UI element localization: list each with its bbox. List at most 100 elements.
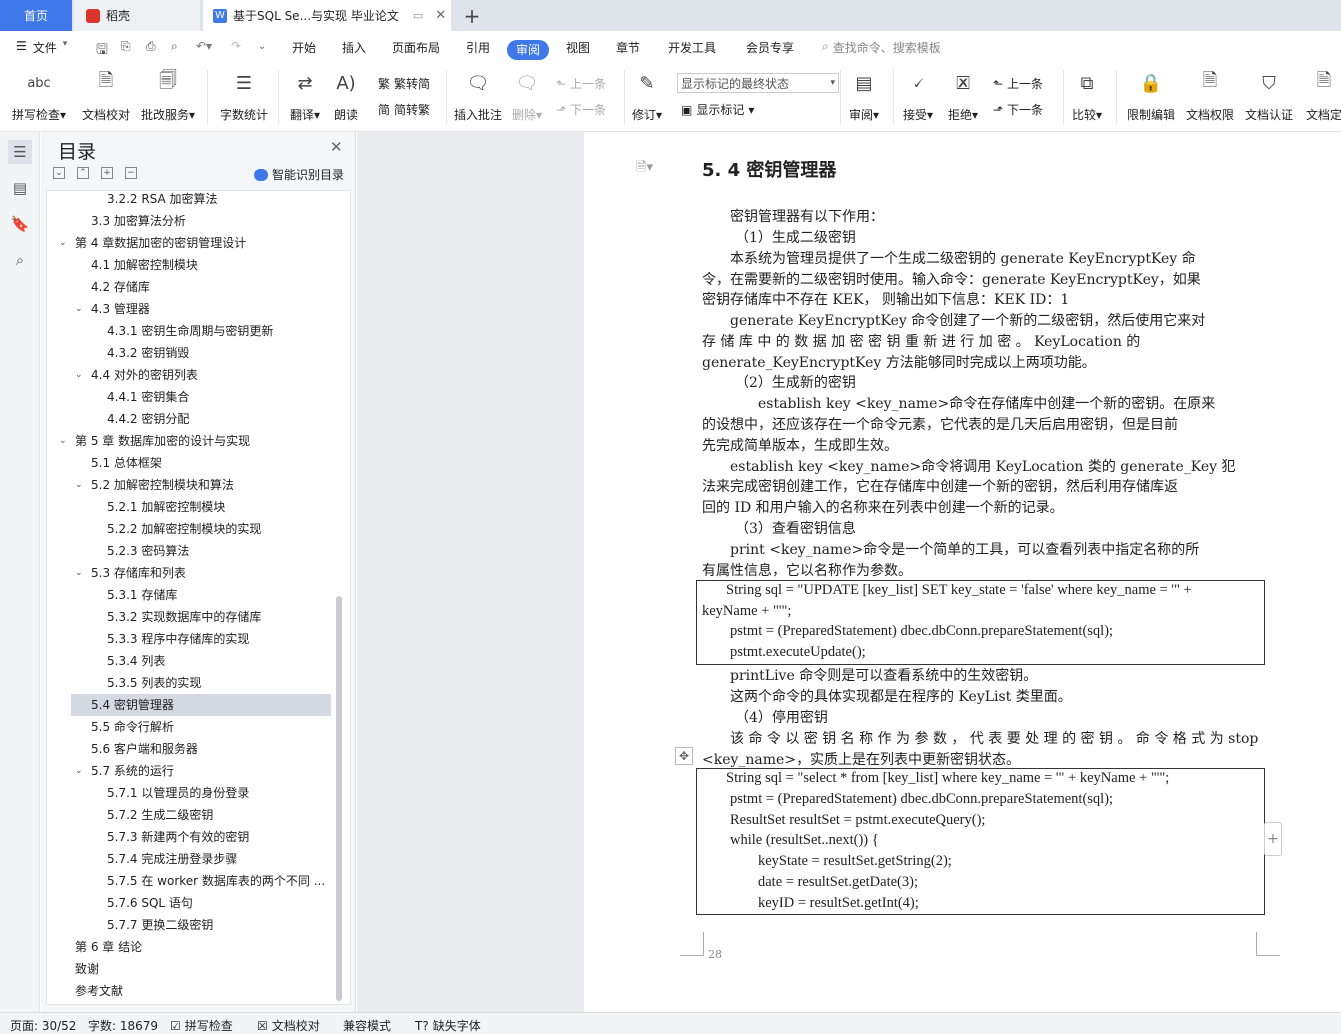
add-column-icon[interactable]: + [1264,822,1282,856]
compare-button[interactable]: ⧉比较▾ [1072,70,1102,123]
redo-icon[interactable]: ↷ [231,39,241,53]
trad-to-simp-button[interactable]: 繁繁转简 [378,75,430,92]
toc-item[interactable]: 5.3.3 程序中存储库的实现 [47,628,332,650]
close-icon[interactable]: ✕ [330,138,343,156]
compat-mode[interactable]: 兼容模式 [343,1017,391,1034]
missing-font-status[interactable]: T?缺失字体 [415,1017,481,1034]
toc-item[interactable]: 5.4 密钥管理器 [71,694,331,716]
document-page[interactable]: 🗎▾ 5. 4 密钥管理器 密钥管理器有以下作用：（1）生成二级密钥本系统为管理… [584,132,1341,1012]
toc-item[interactable]: 5.7.2 生成二级密钥 [47,804,332,826]
command-search[interactable]: ⌕ 查找命令、搜索模板 [822,39,941,56]
chevron-down-icon[interactable]: ⌄ [75,760,85,782]
chevron-down-icon[interactable]: ⌄ [59,430,69,452]
preview-icon[interactable]: ⌕ [171,39,178,54]
move-table-icon[interactable]: ✥ [675,747,693,765]
undo-icon[interactable]: ↶▾ [196,39,212,53]
export-icon[interactable]: ⎘ [121,39,131,54]
menu-member[interactable]: 会员专享 [746,39,794,56]
doc-verify-button[interactable]: 🗎文档定 [1306,70,1341,123]
toc-item[interactable]: 5.7.6 SQL 语句 [47,892,332,914]
prev-comment-button[interactable]: ⬑上一条 [556,75,606,92]
toc-item[interactable]: ⌄5.2 加解密控制模块和算法 [47,474,332,496]
toc-item[interactable]: 5.2.3 密码算法 [47,540,332,562]
toc-item[interactable]: ⌄第 5 章 数据库加密的设计与实现 [47,430,332,452]
tab-home[interactable]: 首页 [0,0,72,31]
reject-button[interactable]: 🗷拒绝▾ [948,70,978,123]
menu-insert[interactable]: 插入 [342,39,366,56]
tab-document[interactable]: W 基于SQL Se...与实现 毕业论文 ▭ ✕ [203,0,451,31]
toc-item[interactable]: 3.2.2 RSA 加密算法 [47,190,332,210]
toc-item[interactable]: 4.1 加解密控制模块 [47,254,332,276]
toc-item[interactable]: 4.3.2 密钥销毁 [47,342,332,364]
chevron-down-icon[interactable]: ⌄ [59,232,69,254]
toc-item[interactable]: 5.3.4 列表 [47,650,332,672]
chevron-down-icon[interactable]: ⌄ [75,562,85,584]
toc-scrollbar[interactable] [336,596,342,1001]
menu-chapter[interactable]: 章节 [616,39,640,56]
save-icon[interactable]: 🖫 [96,39,108,63]
remove-heading-icon[interactable]: − [125,167,137,179]
markup-mode-select[interactable]: 显示标记的最终状态▾ [677,73,839,93]
outline-icon[interactable]: ☰ [8,140,32,164]
show-markup-button[interactable]: ▣显示标记▾ [681,101,754,118]
toc-item[interactable]: 4.4.1 密钥集合 [47,386,332,408]
toc-item[interactable]: 5.6 客户端和服务器 [47,738,332,760]
toc-item[interactable]: ⌄5.7 系统的运行 [47,760,332,782]
chevron-down-icon[interactable]: ⌄ [75,364,85,386]
word-count-button[interactable]: ☰字数统计 [220,70,268,123]
smart-toc-button[interactable]: 智能识别目录 [254,166,344,183]
add-heading-icon[interactable]: + [101,167,113,179]
toc-item[interactable]: 5.7.4 完成注册登录步骤 [47,848,332,870]
menu-developer[interactable]: 开发工具 [668,39,716,56]
collapse-all-icon[interactable]: ⌄ [53,167,65,179]
proofread-status[interactable]: ☒文档校对 [257,1017,320,1034]
close-tab-icon[interactable]: ✕ [435,8,446,23]
revise-button[interactable]: ✎修订▾ [632,70,662,123]
toc-item[interactable]: ⌄5.3 存储库和列表 [47,562,332,584]
chevron-down-icon[interactable]: ⌄ [75,298,85,320]
simp-to-trad-button[interactable]: 简简转繁 [378,101,430,118]
toc-item[interactable]: 4.4.2 密钥分配 [47,408,332,430]
file-menu[interactable]: ☰ 文件 ▾ [16,39,67,56]
toc-item[interactable]: 5.2.1 加解密控制模块 [47,496,332,518]
toc-item[interactable]: ⌄4.3 管理器 [47,298,332,320]
chevron-down-icon[interactable]: ⌄ [75,474,85,496]
spell-check-button[interactable]: abc拼写检查▾ [12,70,66,123]
chapter-nav-icon[interactable]: ▤ [8,176,32,200]
new-tab-button[interactable]: + [460,0,484,31]
expand-up-icon[interactable]: ⌃ [77,167,89,179]
page-indicator[interactable]: 页面: 30/52 [10,1017,76,1034]
toc-item[interactable]: 第 6 章 结论 [47,936,332,958]
toc-item[interactable]: 5.3.5 列表的实现 [47,672,332,694]
menu-review[interactable]: 审阅 [507,40,549,60]
paragraph-menu-icon[interactable]: 🗎▾ [636,158,653,180]
toc-item[interactable]: 4.2 存储库 [47,276,332,298]
toc-item[interactable]: 4.3.1 密钥生命周期与密钥更新 [47,320,332,342]
review-pane-button[interactable]: ▤审阅▾ [849,70,879,123]
prev-change-button[interactable]: ⬑上一条 [993,75,1043,92]
menu-layout[interactable]: 页面布局 [392,39,440,56]
toc-item[interactable]: 5.2.2 加解密控制模块的实现 [47,518,332,540]
doc-permission-button[interactable]: 🗎文档权限 [1186,70,1234,123]
search-icon[interactable]: ⌕ [8,248,32,272]
toc-item[interactable]: 致谢 [47,958,332,980]
toc-item[interactable]: 5.3.2 实现数据库中的存储库 [47,606,332,628]
toc-item[interactable]: 5.7.3 新建两个有效的密钥 [47,826,332,848]
batch-service-button[interactable]: 🗐批改服务▾ [141,70,195,123]
accept-button[interactable]: 🗸接受▾ [903,70,933,123]
translate-button[interactable]: ⇄翻译▾ [290,70,320,123]
toc-item[interactable]: 参考文献 [47,980,332,1002]
toc-item[interactable]: 5.5 命令行解析 [47,716,332,738]
spell-check-status[interactable]: ☑拼写检查 [170,1017,233,1034]
toc-item[interactable]: 5.7.1 以管理员的身份登录 [47,782,332,804]
next-comment-button[interactable]: ⬏下一条 [556,101,606,118]
word-count-indicator[interactable]: 字数: 18679 [88,1017,158,1034]
toc-item[interactable]: 5.3.1 存储库 [47,584,332,606]
toc-item[interactable]: 5.7.5 在 worker 数据库表的两个不同 ... [47,870,332,892]
screen-icon[interactable]: ▭ [413,9,423,22]
menu-reference[interactable]: 引用 [466,39,490,56]
delete-comment-button[interactable]: 🗨删除▾ [512,70,542,123]
next-change-button[interactable]: ⬏下一条 [993,101,1043,118]
bookmark-icon[interactable]: 🔖 [8,212,32,236]
toc-item[interactable]: 5.1 总体框架 [47,452,332,474]
